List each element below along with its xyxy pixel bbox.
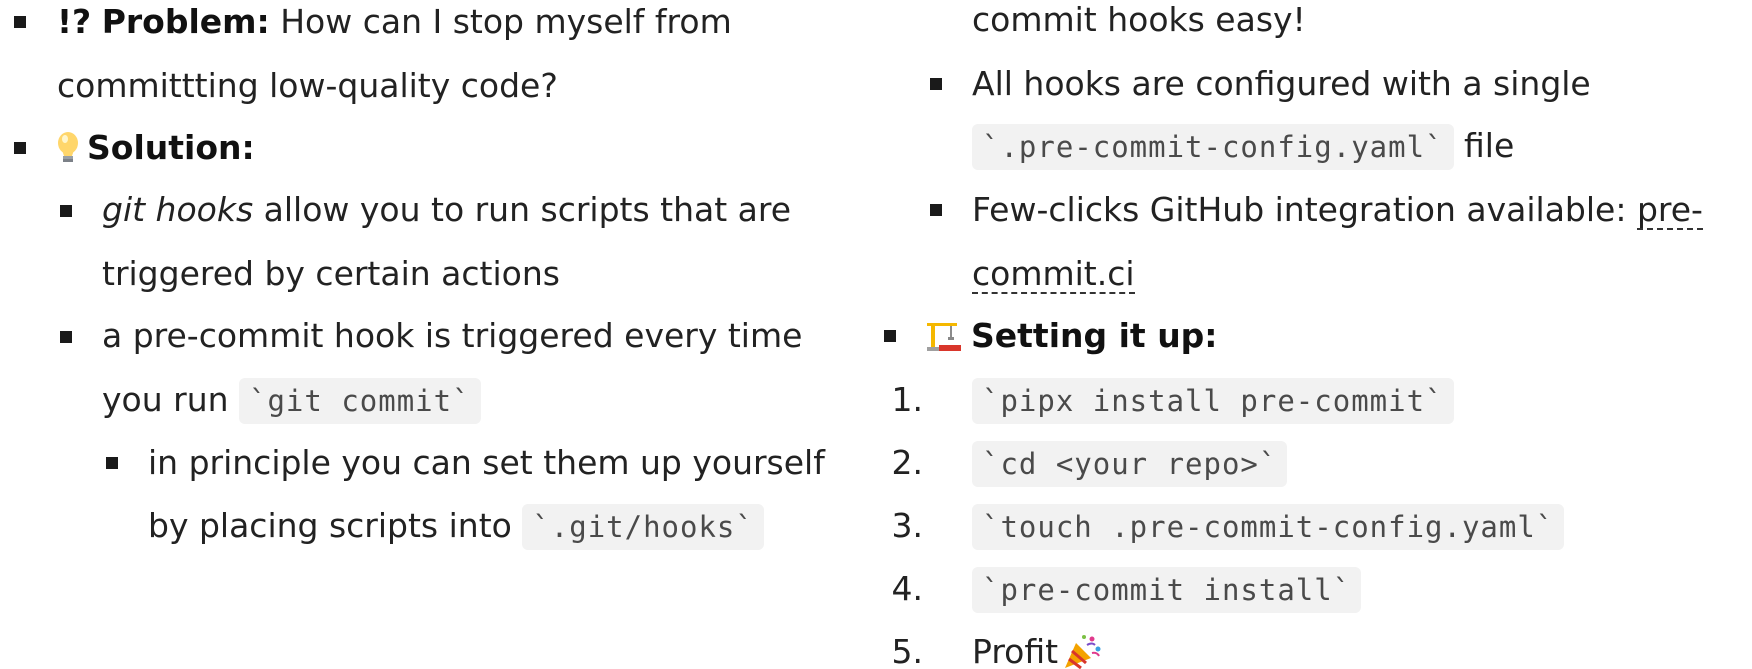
- solution-label: Solution:: [87, 128, 255, 167]
- config-line-1: All hooks are configured with a single: [972, 52, 1591, 116]
- bullet-problem: [14, 16, 26, 28]
- step-number: 3.: [891, 506, 924, 545]
- config-file-code: `.pre-commit-config.yaml`: [972, 124, 1454, 170]
- bullet-solution: [14, 142, 26, 154]
- principle-line-2: by placing scripts into `.git/hooks`: [148, 494, 764, 558]
- step-code: `pre-commit install`: [972, 567, 1362, 613]
- git-hooks-line-1: git hooks allow you to run scripts that …: [102, 178, 791, 242]
- config-line-2: `.pre-commit-config.yaml` file: [972, 114, 1514, 178]
- setup-label: Setting it up:: [971, 316, 1218, 355]
- step-code: `pipx install pre-commit`: [972, 378, 1454, 424]
- git-hooks-line-2: triggered by certain actions: [102, 242, 560, 306]
- problem-text: How can I stop myself from: [280, 2, 732, 41]
- pre-commit-ci-link[interactable]: pre-: [1636, 191, 1703, 231]
- pre-commit-ci-link-continued[interactable]: commit.ci: [972, 255, 1135, 295]
- bullet-config: [930, 78, 942, 90]
- party-popper-icon: [1065, 635, 1101, 669]
- git-hooks-dir-code: `.git/hooks`: [522, 504, 764, 550]
- git-hooks-text: allow you to run scripts that are: [253, 190, 792, 229]
- step-2: 2. `cd <your repo>`: [875, 431, 1752, 495]
- lightbulb-icon: [58, 132, 78, 162]
- github-text: Few-clicks GitHub integration available:: [972, 190, 1637, 229]
- git-hooks-text-continued: triggered by certain actions: [102, 254, 560, 293]
- principle-text: in principle you can set them up yoursel…: [148, 443, 825, 482]
- step-3: 3. `touch .pre-commit-config.yaml`: [875, 494, 1752, 558]
- bullet-principle: [106, 457, 118, 469]
- step-code: `cd <your repo>`: [972, 441, 1288, 487]
- principle-text-prefix: by placing scripts into: [148, 506, 523, 545]
- bullet-setup: [884, 330, 896, 342]
- step-text: Profit: [972, 632, 1059, 669]
- continuation-text: commit hooks easy!: [972, 0, 1306, 39]
- step-number: 4.: [891, 569, 924, 608]
- problem-marker: !?: [57, 2, 92, 41]
- problem-line-2: committting low-quality code?: [57, 54, 558, 118]
- bullet-git-hooks: [60, 205, 72, 217]
- bullet-github: [930, 204, 942, 216]
- step-number: 5.: [891, 632, 924, 669]
- config-text: All hooks are configured with a single: [972, 64, 1591, 103]
- step-5: 5. Profit: [875, 620, 1752, 669]
- bullet-pre-commit: [60, 331, 72, 343]
- step-4: 4. `pre-commit install`: [875, 557, 1752, 621]
- pre-commit-line-1: a pre-commit hook is triggered every tim…: [102, 304, 802, 368]
- principle-line-1: in principle you can set them up yoursel…: [148, 431, 825, 495]
- github-line-1: Few-clicks GitHub integration available:…: [972, 178, 1703, 242]
- pre-commit-line-2: you run `git commit`: [102, 368, 481, 432]
- step-code: `touch .pre-commit-config.yaml`: [972, 504, 1565, 550]
- construction-crane-icon: [927, 323, 961, 351]
- problem-line-1: !? Problem: How can I stop myself from: [57, 0, 732, 54]
- step-1: 1. `pipx install pre-commit`: [875, 368, 1752, 432]
- config-text-suffix: file: [1453, 126, 1515, 165]
- github-line-2: commit.ci: [972, 242, 1135, 306]
- git-hooks-term: git hooks: [102, 190, 254, 229]
- problem-label: Problem:: [101, 2, 270, 41]
- problem-text-continued: committting low-quality code?: [57, 66, 558, 105]
- git-commit-code: `git commit`: [239, 378, 481, 424]
- setup-line: Setting it up:: [925, 304, 1218, 368]
- step-number: 2.: [891, 443, 924, 482]
- pre-commit-text-prefix: you run: [102, 380, 240, 419]
- solution-line: Solution:: [57, 116, 255, 180]
- continuation-line: commit hooks easy!: [972, 0, 1306, 52]
- step-number: 1.: [891, 380, 924, 419]
- pre-commit-text: a pre-commit hook is triggered every tim…: [102, 316, 803, 355]
